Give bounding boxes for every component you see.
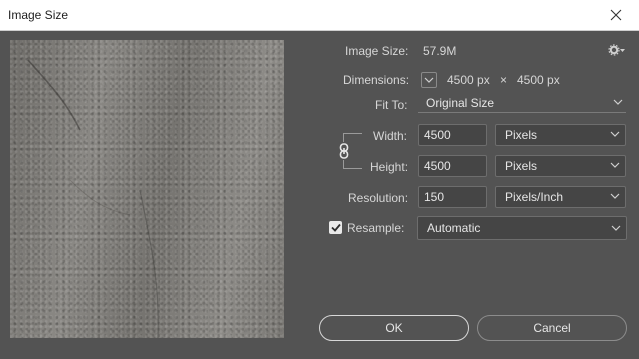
resample-checkbox[interactable] [329,221,342,234]
chevron-down-icon [610,193,620,199]
resolution-unit-value: Pixels/Inch [505,190,564,204]
height-unit-select[interactable]: Pixels [495,155,626,177]
height-input[interactable]: 4500 [418,155,487,177]
image-size-label: Image Size: [345,44,409,58]
width-label: Width: [373,129,408,143]
chevron-down-icon [613,99,623,105]
fit-to-label: Fit To: [375,98,408,112]
resolution-label: Resolution: [348,191,409,205]
chevron-down-icon [610,162,620,168]
fit-to-select[interactable]: Original Size [418,95,626,113]
link-icon [339,143,349,159]
width-unit-select[interactable]: Pixels [495,124,626,146]
dimensions-width-value: 4500 px [447,73,490,87]
height-unit-value: Pixels [505,159,538,173]
fit-to-value: Original Size [426,96,495,110]
preview-texture [27,59,159,338]
image-preview[interactable] [10,40,284,338]
dimensions-height-value: 4500 px [517,73,560,87]
constrain-proportions-button[interactable] [337,142,351,160]
ok-button[interactable]: OK [319,315,469,341]
checkmark-icon [330,223,341,232]
title-bar: Image Size [0,0,639,31]
gear-icon[interactable] [608,43,626,57]
resolution-input[interactable]: 150 [418,186,487,208]
chevron-down-icon [610,131,620,137]
resolution-unit-select[interactable]: Pixels/Inch [495,186,626,208]
resample-label: Resample: [347,221,405,235]
dimensions-unit-toggle[interactable] [421,72,437,88]
dimensions-label: Dimensions: [343,73,410,87]
window-title: Image Size [8,8,69,22]
dimensions-times: × [500,73,508,87]
close-icon [610,9,622,21]
chevron-down-icon [611,225,621,231]
resample-method-value: Automatic [427,221,481,235]
height-label: Height: [370,160,409,174]
image-size-value: 57.9M [423,44,457,58]
resample-method-select[interactable]: Automatic [417,216,627,240]
width-unit-value: Pixels [505,128,538,142]
width-input[interactable]: 4500 [418,124,487,146]
close-button[interactable] [593,0,639,30]
cancel-button[interactable]: Cancel [477,315,627,341]
chevron-down-icon [424,77,434,83]
